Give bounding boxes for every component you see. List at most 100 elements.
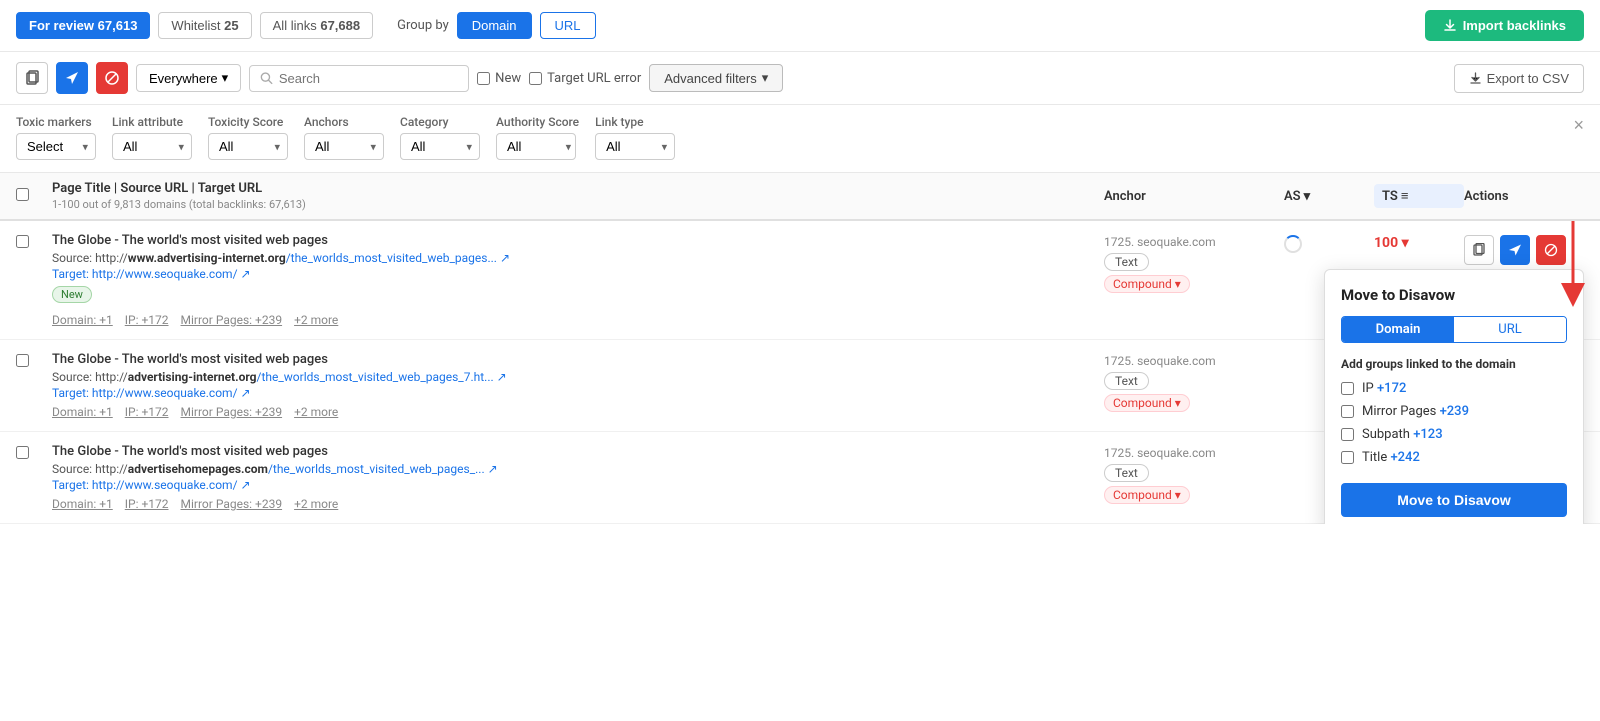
row3-checkbox-cell <box>16 444 52 463</box>
row1-more[interactable]: +2 more <box>294 313 338 327</box>
target-link-icon: ↗ <box>241 267 251 281</box>
send-icon-btn[interactable] <box>56 62 88 94</box>
tab-for-review[interactable]: For review 67,613 <box>16 12 150 39</box>
disavow-title: Move to Disavow <box>1341 286 1567 304</box>
target-url-error-checkbox[interactable] <box>529 72 542 85</box>
row2-mirror[interactable]: Mirror Pages: +239 <box>181 405 283 419</box>
copy-icon <box>24 70 40 86</box>
toxic-markers-select[interactable]: Select <box>16 133 96 160</box>
copy-icon-btn[interactable] <box>16 62 48 94</box>
row1-as <box>1284 233 1374 257</box>
row3-source-link[interactable]: /the_worlds_most_visited_web_pages_... <box>268 462 485 476</box>
row1-anchor-source: 1725. seoquake.com <box>1104 235 1284 249</box>
row3-domain[interactable]: Domain: +1 <box>52 497 113 511</box>
row2-anchor-source: 1725. seoquake.com <box>1104 354 1284 368</box>
block-icon <box>104 70 120 86</box>
row1-as-loading <box>1284 235 1302 253</box>
row3-compound-badge[interactable]: Compound ▾ <box>1104 486 1190 504</box>
new-checkbox-label[interactable]: New <box>477 71 521 86</box>
export-csv-btn[interactable]: Export to CSV <box>1454 64 1584 93</box>
authority-score-select[interactable]: All <box>496 133 576 160</box>
tab-whitelist[interactable]: Whitelist 25 <box>158 12 251 39</box>
toxicity-score-select[interactable]: All <box>208 133 288 160</box>
disavow-ip-checkbox[interactable] <box>1341 382 1354 395</box>
table-row: The Globe - The world's most visited web… <box>0 221 1600 340</box>
header-actions-col: Actions <box>1464 189 1584 204</box>
target-url-error-label[interactable]: Target URL error <box>529 71 641 86</box>
row3-external-icon: ↗ <box>488 462 498 476</box>
advanced-filters-btn[interactable]: Advanced filters ▾ <box>649 64 783 92</box>
everywhere-dropdown[interactable]: Everywhere ▾ <box>136 64 241 92</box>
group-domain-btn[interactable]: Domain <box>457 12 532 39</box>
link-type-select[interactable]: All <box>595 133 675 160</box>
row1-checkbox[interactable] <box>16 235 29 248</box>
row3-meta: Domain: +1 IP: +172 Mirror Pages: +239 +… <box>52 497 1104 511</box>
external-link-icon: ↗ <box>500 251 510 265</box>
disavow-checkbox-subpath: Subpath +123 <box>1341 427 1567 442</box>
close-advanced-filters-btn[interactable]: × <box>1573 115 1584 136</box>
row2-ip[interactable]: IP: +172 <box>125 405 169 419</box>
toxicity-score-filter: Toxicity Score All <box>208 115 288 160</box>
row2-target-icon: ↗ <box>241 386 251 400</box>
row2-domain[interactable]: Domain: +1 <box>52 405 113 419</box>
top-bar: For review 67,613 Whitelist 25 All links… <box>0 0 1600 52</box>
row1-mirror[interactable]: Mirror Pages: +239 <box>181 313 283 327</box>
anchors-select[interactable]: All <box>304 133 384 160</box>
row1-checkbox-cell <box>16 233 52 252</box>
row2-compound-badge[interactable]: Compound ▾ <box>1104 394 1190 412</box>
select-all-checkbox[interactable] <box>16 188 29 201</box>
row3-mirror[interactable]: Mirror Pages: +239 <box>181 497 283 511</box>
row1-source-link[interactable]: /the_worlds_most_visited_web_pages... <box>286 251 497 265</box>
row2-source: Source: http://advertising-internet.org/… <box>52 370 1104 384</box>
row1-new-badge: New <box>52 286 1104 308</box>
import-backlinks-btn[interactable]: Import backlinks <box>1425 10 1584 41</box>
row2-checkbox[interactable] <box>16 354 29 367</box>
disavow-subpath-checkbox[interactable] <box>1341 428 1354 441</box>
row3-target: Target: http://www.seoquake.com/ ↗ <box>52 478 1104 492</box>
row1-compound-badge[interactable]: Compound ▾ <box>1104 275 1190 293</box>
group-url-btn[interactable]: URL <box>540 12 596 39</box>
row1-domain[interactable]: Domain: +1 <box>52 313 113 327</box>
tab-all-links[interactable]: All links 67,688 <box>260 12 373 39</box>
disavow-title-checkbox[interactable] <box>1341 451 1354 464</box>
disavow-move-btn[interactable]: Move to Disavow <box>1341 483 1567 517</box>
row2-more[interactable]: +2 more <box>294 405 338 419</box>
row2-title: The Globe - The world's most visited web… <box>52 352 1104 367</box>
link-attribute-select[interactable]: All <box>112 133 192 160</box>
table-header: Page Title | Source URL | Target URL 1-1… <box>0 173 1600 221</box>
row1-text-badge: Text <box>1104 253 1149 271</box>
row2-checkbox-cell <box>16 352 52 371</box>
row3-checkbox[interactable] <box>16 446 29 459</box>
row3-more[interactable]: +2 more <box>294 497 338 511</box>
row3-ip[interactable]: IP: +172 <box>125 497 169 511</box>
disavow-tab-url[interactable]: URL <box>1454 317 1566 342</box>
block-icon-btn[interactable] <box>96 62 128 94</box>
search-input[interactable] <box>279 71 458 86</box>
category-select[interactable]: All <box>400 133 480 160</box>
row1-ip[interactable]: IP: +172 <box>125 313 169 327</box>
row1-send-btn[interactable] <box>1500 235 1530 265</box>
row1-block-btn[interactable] <box>1536 235 1566 265</box>
row3-anchor: 1725. seoquake.com Text Compound ▾ <box>1104 444 1284 504</box>
disavow-mirror-checkbox[interactable] <box>1341 405 1354 418</box>
search-box[interactable] <box>249 65 469 92</box>
disavow-checkbox-mirror: Mirror Pages +239 <box>1341 404 1567 419</box>
link-attribute-filter: Link attribute All <box>112 115 192 160</box>
header-anchor-col: Anchor <box>1104 189 1284 204</box>
row2-anchor: 1725. seoquake.com Text Compound ▾ <box>1104 352 1284 412</box>
new-checkbox[interactable] <box>477 72 490 85</box>
link-type-filter: Link type All <box>595 115 675 160</box>
table-container: The Globe - The world's most visited web… <box>0 221 1600 524</box>
row1-title: The Globe - The world's most visited web… <box>52 233 1104 248</box>
row1-ts-value[interactable]: 100 ▾ <box>1374 235 1409 251</box>
row3-text-badge: Text <box>1104 464 1149 482</box>
header-ts-col[interactable]: TS ≡ <box>1374 184 1464 208</box>
row2-source-link[interactable]: /the_worlds_most_visited_web_pages_7.ht.… <box>257 370 494 384</box>
row1-copy-btn[interactable] <box>1464 235 1494 265</box>
disavow-popup: Move to Disavow Domain URL Add groups li… <box>1324 269 1584 524</box>
header-as-col[interactable]: AS ▾ <box>1284 189 1374 204</box>
row3-target-icon: ↗ <box>241 478 251 492</box>
disavow-tab-domain[interactable]: Domain <box>1342 317 1454 342</box>
disavow-checkbox-title: Title +242 <box>1341 450 1567 465</box>
row1-main: The Globe - The world's most visited web… <box>52 233 1104 327</box>
